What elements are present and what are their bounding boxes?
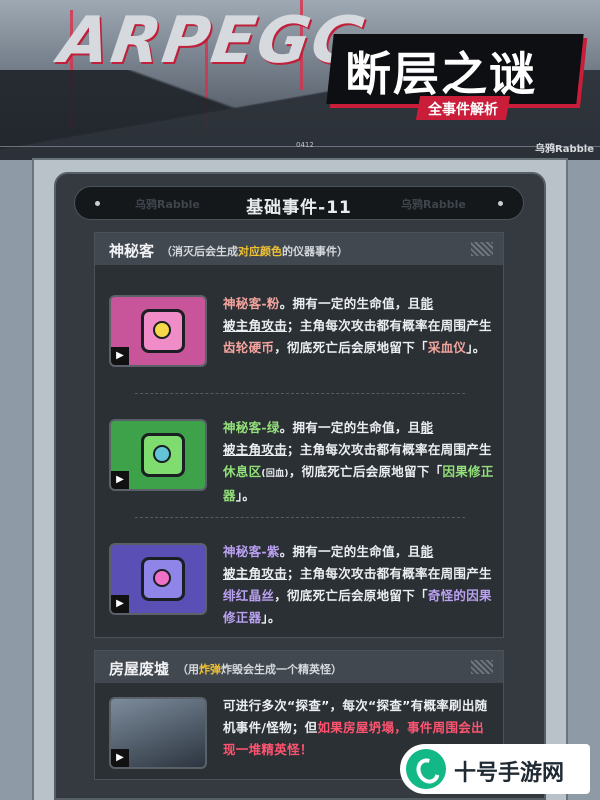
house-ruins-image: ▶ <box>109 697 207 769</box>
play-icon[interactable]: ▶ <box>111 471 129 489</box>
checker-pattern-icon <box>471 660 493 674</box>
checker-pattern-icon <box>471 242 493 256</box>
device-orb <box>153 569 171 587</box>
event-entry: ▶ 神秘客-粉。拥有一定的生命值，且能 被主角攻击；主角每次攻击都有概率在周围产生… <box>109 295 493 385</box>
banner-code: 0412 <box>296 141 314 149</box>
divider <box>135 393 465 394</box>
game-logo: ARPEGG <box>54 4 372 78</box>
play-icon[interactable]: ▶ <box>111 347 129 365</box>
mysterious-pink-image: ▶ <box>109 295 207 367</box>
card-note: （用炸弹炸毁会生成一个精英怪） <box>177 663 342 676</box>
author-credit: 乌鸦Rabble <box>535 144 594 155</box>
bullet-dot <box>498 201 503 206</box>
header-banner: ARPEGG 断层之谜 全事件解析 0412 乌鸦Rabble <box>0 0 600 160</box>
play-icon[interactable]: ▶ <box>111 595 129 613</box>
card-note: （消灭后会生成对应颜色的仪器事件） <box>161 245 348 258</box>
device-orb <box>153 321 171 339</box>
site-name: 十号手游网 <box>454 761 565 786</box>
card-header: 神秘客 （消灭后会生成对应颜色的仪器事件） <box>95 233 503 265</box>
device-orb <box>153 445 171 463</box>
mysterious-purple-image: ▶ <box>109 543 207 615</box>
watermark-text: 乌鸦Rabble <box>401 198 466 211</box>
event-entry: ▶ 神秘客-紫。拥有一定的生命值，且能 被主角攻击；主角每次攻击都有概率在周围产生… <box>109 543 493 633</box>
event-description: 神秘客-绿。拥有一定的生命值，且能 被主角攻击；主角每次攻击都有概率在周围产生休息… <box>223 420 494 503</box>
section-header: 乌鸦Rabble 基础事件-11 乌鸦Rabble <box>74 186 524 220</box>
site-logo-icon <box>406 749 446 789</box>
card-header: 房屋废墟 （用炸弹炸毁会生成一个精英怪） <box>95 651 503 683</box>
play-icon[interactable]: ▶ <box>111 749 129 767</box>
divider <box>135 517 465 518</box>
event-card-mysterious: 神秘客 （消灭后会生成对应颜色的仪器事件） ▶ 神秘客-粉。拥有一定的生命值，且… <box>94 232 504 638</box>
page-title: 断层之谜 <box>345 47 537 101</box>
mysterious-green-image: ▶ <box>109 419 207 491</box>
card-title: 神秘客 <box>109 242 155 260</box>
event-entry: ▶ 神秘客-绿。拥有一定的生命值，且能 被主角攻击；主角每次攻击都有概率在周围产生… <box>109 419 493 509</box>
card-title: 房屋废墟 <box>109 660 170 678</box>
event-description: 神秘客-粉。拥有一定的生命值，且能 被主角攻击；主角每次攻击都有概率在周围产生齿轮… <box>223 296 492 355</box>
page-subtitle: 全事件解析 <box>428 102 498 118</box>
site-watermark-badge: 十号手游网 <box>400 744 590 794</box>
event-description: 神秘客-紫。拥有一定的生命值，且能 被主角攻击；主角每次攻击都有概率在周围产生绯红… <box>223 544 492 625</box>
